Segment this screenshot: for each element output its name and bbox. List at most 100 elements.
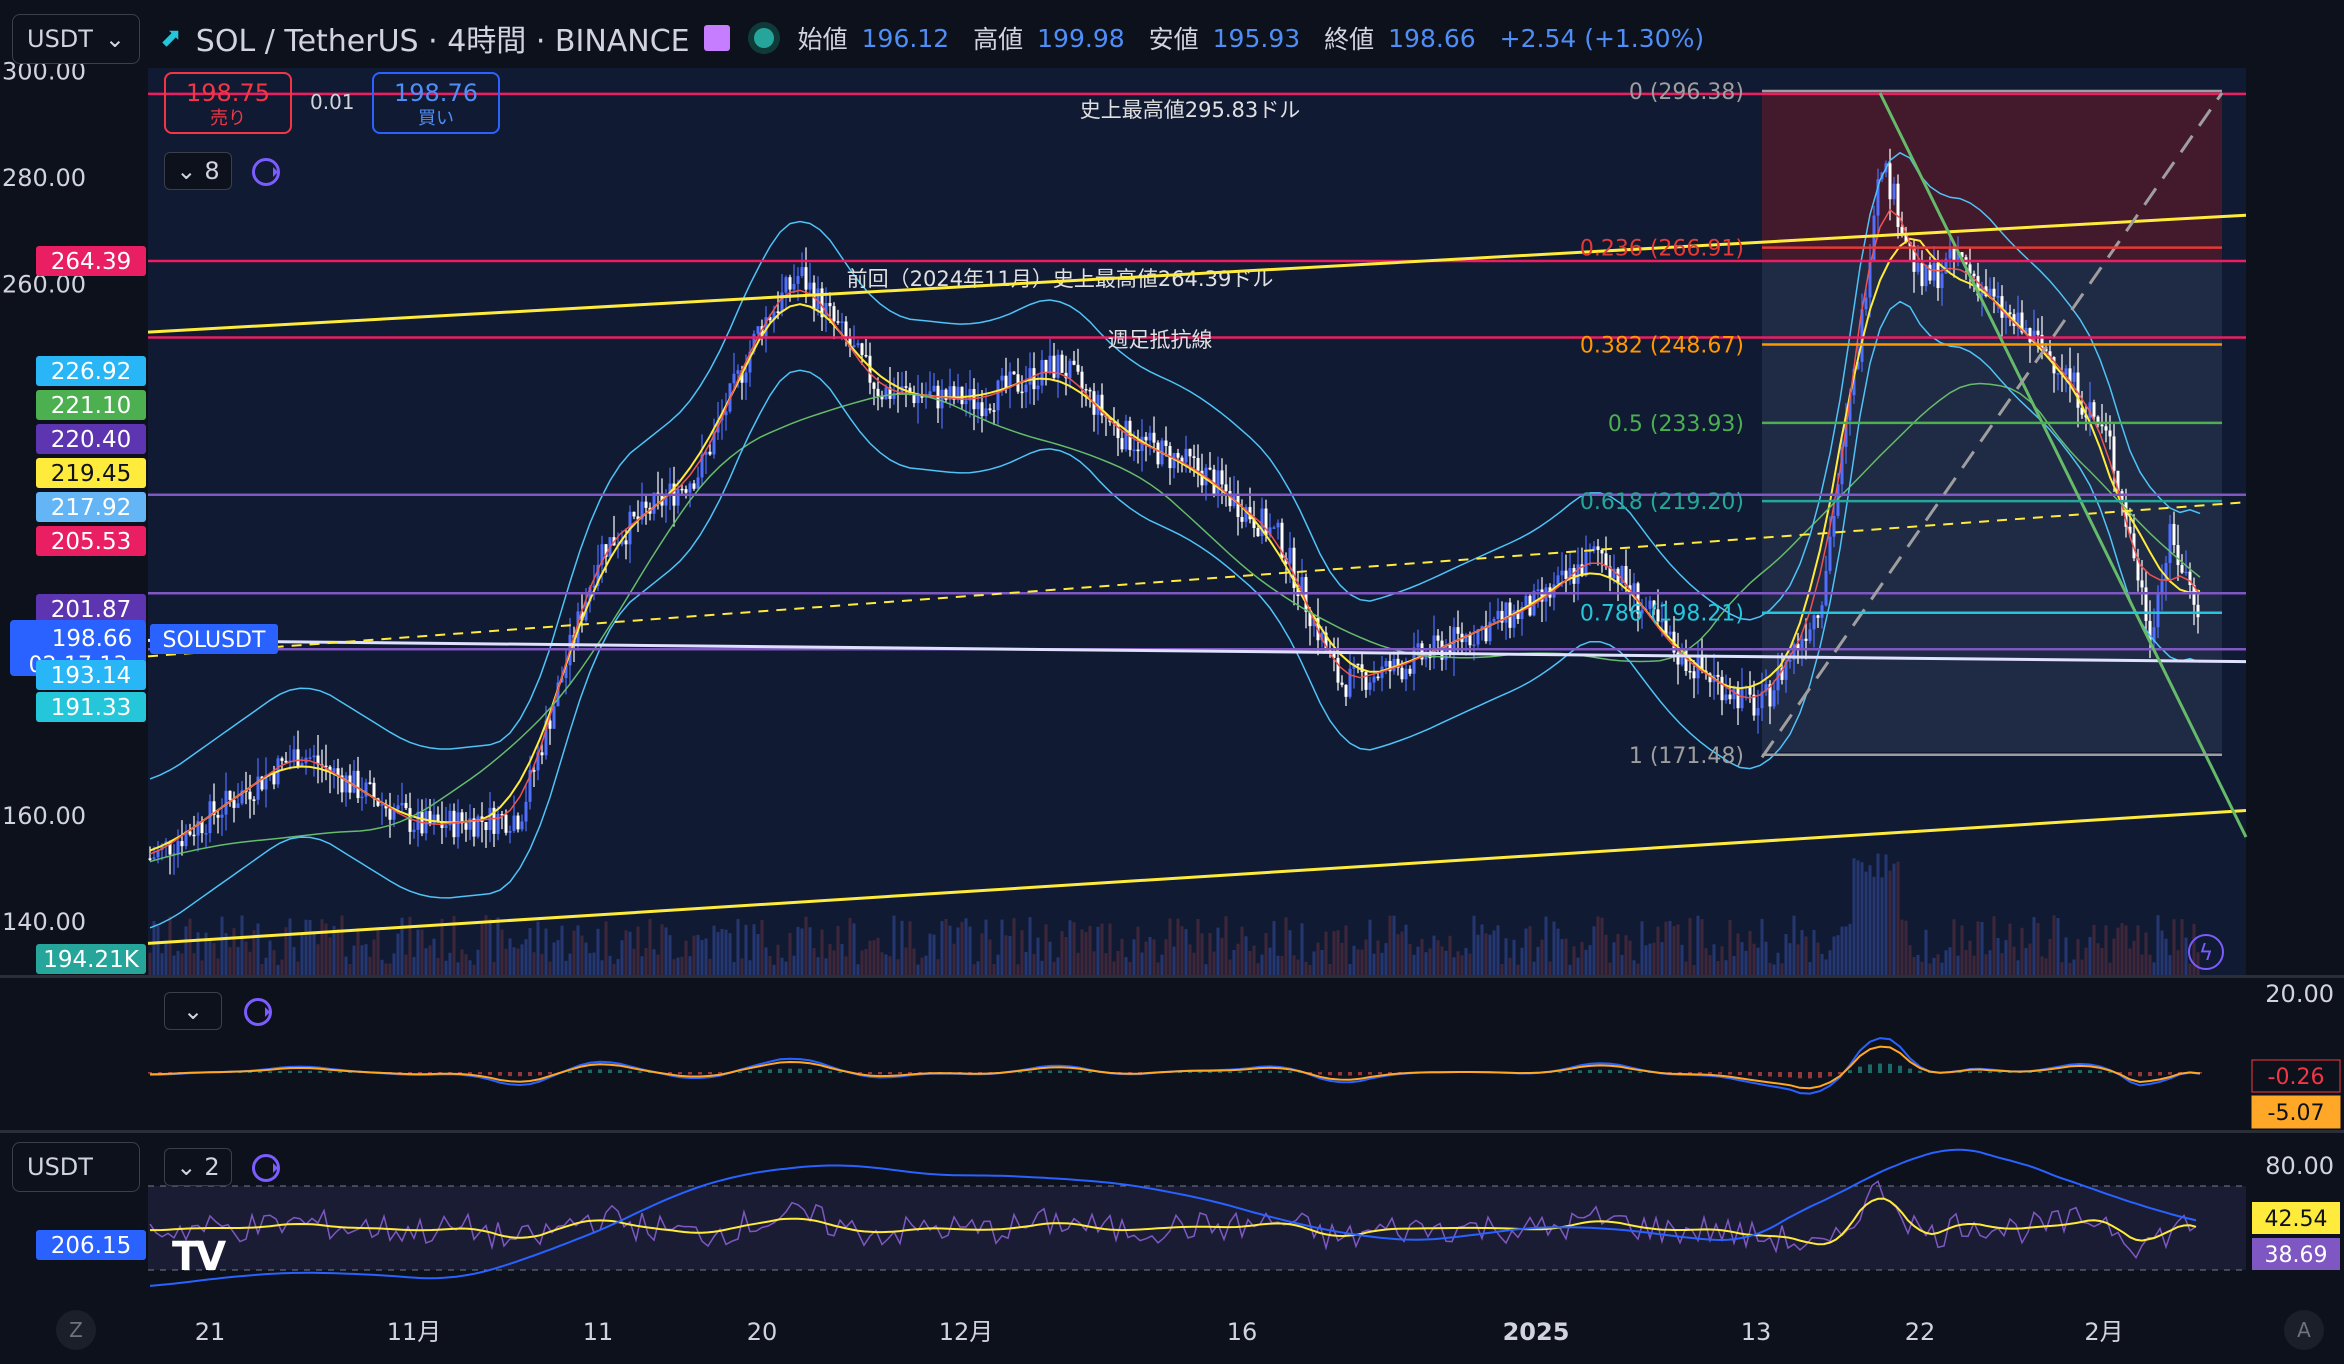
volume-bar: [568, 953, 572, 975]
candle-body: [1788, 659, 1792, 662]
spread-value: 0.01: [310, 90, 355, 114]
macd-histogram-bar: [2048, 1071, 2052, 1073]
volume-bar: [1340, 942, 1344, 975]
volume-bar: [980, 933, 984, 975]
candle-body: [932, 385, 936, 392]
candle-body: [1928, 264, 1932, 281]
indicators-toggle-button[interactable]: ⌄ 8: [164, 152, 232, 190]
rsi-toggle-button[interactable]: ⌄ 2: [164, 1148, 232, 1186]
candle-body: [1952, 248, 1956, 261]
candle-body: [1376, 676, 1380, 679]
symbol-title[interactable]: SOL / TetherUS · 4時間 · BINANCE: [196, 16, 690, 60]
volume-bar: [448, 952, 452, 975]
macd-histogram-bar: [258, 1071, 262, 1073]
volume-bar: [1464, 947, 1468, 975]
candle-body: [456, 812, 460, 838]
volume-bar: [704, 938, 708, 975]
corner-left-button[interactable]: Z: [56, 1310, 96, 1350]
candle-body: [1948, 248, 1952, 259]
volume-bar: [2144, 932, 2148, 975]
currency-select-top[interactable]: USDT ⌄: [12, 14, 140, 64]
volume-bar: [1368, 919, 1372, 975]
volume-bar: [1816, 942, 1820, 975]
volume-bar: [1892, 863, 1896, 975]
volume-bar: [708, 958, 712, 975]
volume-bar: [292, 947, 296, 975]
volume-bar: [1128, 961, 1132, 975]
sell-label: 売り: [210, 108, 246, 129]
volume-bar: [1968, 940, 1972, 975]
sell-button[interactable]: 198.75 売り: [164, 72, 292, 134]
indicators-count: 8: [204, 157, 220, 185]
candle-body: [1068, 360, 1072, 379]
macd-histogram-bar: [2038, 1071, 2042, 1073]
candle-body: [1020, 391, 1024, 394]
candle-body: [980, 402, 984, 417]
macd-sync-icon[interactable]: [244, 998, 272, 1026]
volume-bar: [948, 925, 952, 975]
macd-histogram-bar: [1978, 1071, 1982, 1073]
rsi-value: 38.69: [2265, 1243, 2328, 1268]
volume-bar: [1504, 938, 1508, 975]
volume-bar: [264, 957, 268, 975]
volume-bar: [1164, 939, 1168, 975]
volume-bar: [1676, 924, 1680, 975]
candle-body: [2140, 580, 2144, 588]
price-label: 194.21K: [43, 947, 139, 973]
candle-body: [676, 488, 680, 506]
volume-bar: [2040, 956, 2044, 975]
buy-button[interactable]: 198.76 買い: [372, 72, 500, 134]
volume-bar: [1748, 930, 1752, 975]
candle-body: [552, 706, 556, 729]
volume-bar: [576, 925, 580, 975]
candle-body: [1152, 432, 1156, 443]
candle-body: [1724, 694, 1728, 701]
macd-histogram-bar: [1328, 1072, 1332, 1076]
candle-body: [800, 267, 804, 277]
lightning-icon[interactable]: ϟ: [2188, 934, 2224, 970]
candle-body: [904, 386, 908, 388]
macd-toggle-button[interactable]: ⌄: [164, 992, 222, 1030]
sync-icon[interactable]: [252, 158, 280, 186]
flag-icon[interactable]: [703, 25, 730, 51]
volume-bar: [1324, 931, 1328, 975]
rsi-sync-icon[interactable]: [252, 1154, 280, 1182]
macd-histogram-bar: [568, 1071, 572, 1073]
price-label: 226.92: [51, 359, 131, 385]
candle-body: [1824, 570, 1828, 606]
volume-bar: [716, 932, 720, 975]
volume-bar: [1828, 950, 1832, 975]
volume-bar: [712, 925, 716, 975]
volume-bar: [1168, 918, 1172, 975]
volume-bar: [852, 923, 856, 975]
volume-bar: [804, 916, 808, 975]
volume-bar: [1656, 926, 1660, 975]
volume-bar: [1024, 951, 1028, 975]
volume-bar: [772, 964, 776, 975]
macd-histogram-bar: [768, 1069, 772, 1073]
volume-bar: [1704, 948, 1708, 975]
macd-histogram-bar: [2078, 1069, 2082, 1073]
macd-histogram-bar: [1378, 1072, 1382, 1075]
volume-bar: [1572, 946, 1576, 975]
macd-histogram-bar: [478, 1072, 482, 1075]
volume-bar: [1084, 931, 1088, 975]
macd-histogram-bar: [618, 1069, 622, 1073]
volume-bar: [1264, 933, 1268, 975]
volume-bar: [552, 942, 556, 975]
price-label: 201.87: [51, 597, 131, 623]
macd-histogram-bar: [1368, 1072, 1372, 1075]
volume-bar: [2064, 937, 2068, 975]
macd-histogram-bar: [2058, 1070, 2062, 1073]
volume-bar: [1080, 929, 1084, 975]
chart-canvas[interactable]: 史上最高値295.83ドル前回（2024年11月）史上最高値264.39ドル週足…: [0, 0, 2344, 1364]
corner-right-button[interactable]: A: [2284, 1310, 2324, 1350]
candle-body: [524, 801, 528, 822]
candle-body: [1060, 354, 1064, 373]
macd-histogram-bar: [2088, 1070, 2092, 1073]
volume-bar: [1196, 919, 1200, 975]
currency-select-bottom[interactable]: USDT: [12, 1142, 140, 1192]
candle-body: [828, 302, 832, 307]
volume-bar: [1004, 935, 1008, 975]
candle-body: [2104, 426, 2108, 431]
